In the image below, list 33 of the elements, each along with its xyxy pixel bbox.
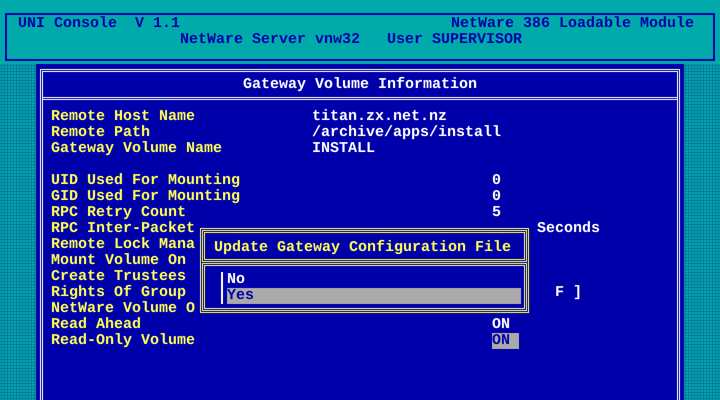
field-value[interactable]: 0	[492, 173, 519, 189]
field-value[interactable]: ON	[492, 317, 519, 333]
field-label: GID Used For Mounting	[51, 189, 240, 205]
field-label: Read-Only Volume	[51, 333, 196, 349]
field-label: Create Trustees	[51, 269, 186, 285]
field-label: Gateway Volume Name	[51, 141, 222, 157]
field-label: Mount Volume On	[51, 253, 186, 269]
field-value[interactable]: /archive/apps/install	[312, 125, 502, 141]
field-value[interactable]: INSTALL	[312, 141, 376, 157]
menu-option[interactable]: No	[227, 272, 521, 288]
field-label: RPC Inter-Packet	[51, 221, 196, 237]
field-value[interactable]: 0	[492, 189, 519, 205]
field-value[interactable]: 5	[492, 205, 519, 221]
app-name: UNI Console	[18, 16, 118, 32]
field-label: Read Ahead	[51, 317, 142, 333]
window-title: Gateway Volume Information	[242, 77, 478, 93]
field-value[interactable]: titan.zx.net.nz	[312, 109, 448, 125]
field-label: Remote Host Name	[51, 109, 196, 125]
menu-option[interactable]: Yes	[227, 288, 521, 304]
field-label: NetWare Volume O	[51, 301, 196, 317]
user-label: User SUPERVISOR	[387, 32, 522, 48]
field-label: Remote Lock Mana	[51, 237, 196, 253]
dialog-title: Update Gateway Configuration File	[214, 239, 512, 256]
field-label: RPC Retry Count	[51, 205, 186, 221]
field-value[interactable]: F ]	[555, 285, 582, 301]
module-label: NetWare 386 Loadable Module	[450, 16, 694, 32]
field-value[interactable]: Seconds	[537, 221, 600, 237]
server-label: NetWare Server vnw32	[180, 32, 360, 48]
field-label: Remote Path	[51, 125, 150, 141]
version-label: V 1.1	[135, 16, 180, 32]
field-label: Rights Of Group	[51, 285, 186, 301]
field-label: UID Used For Mounting	[51, 173, 240, 189]
field-value[interactable]: ON	[492, 333, 519, 349]
